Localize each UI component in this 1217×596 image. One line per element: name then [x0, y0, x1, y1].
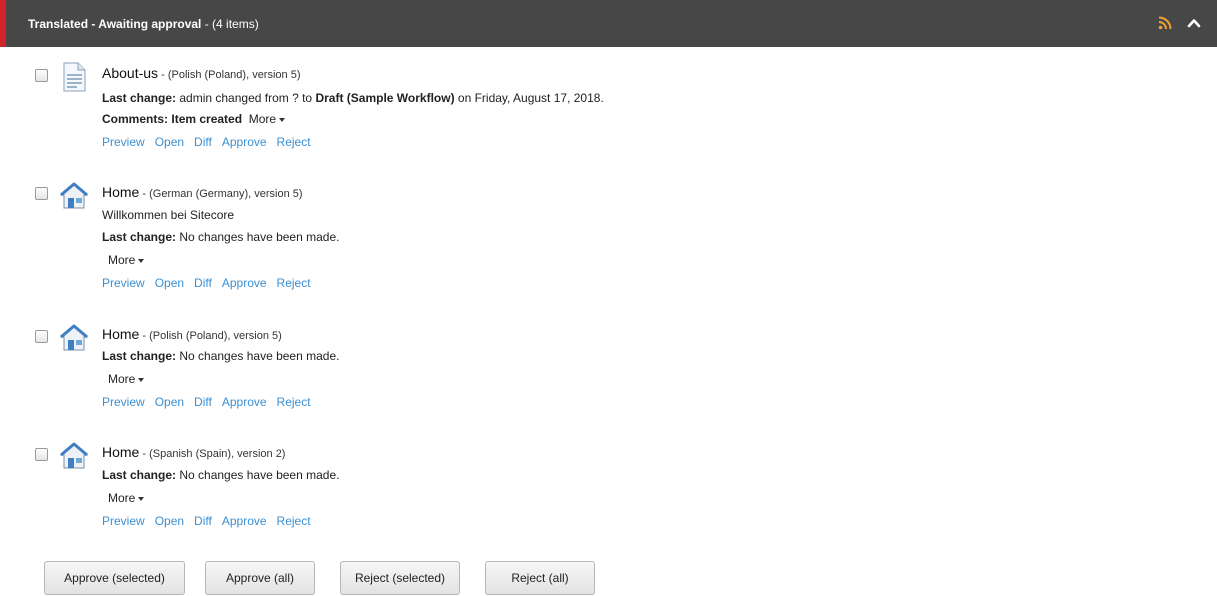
approve-link[interactable]: Approve [222, 514, 267, 528]
item-name[interactable]: Home [102, 444, 139, 460]
approve-link[interactable]: Approve [222, 395, 267, 409]
item-title: Home - (Polish (Poland), version 5) [102, 326, 282, 344]
item-actions: Preview Open Diff Approve Reject [102, 513, 321, 529]
more-label: More [108, 372, 136, 386]
item-last-change: Last change: No changes have been made. [102, 467, 339, 483]
item-last-change: Last change: No changes have been made. [102, 229, 339, 245]
item-name[interactable]: Home [102, 184, 139, 200]
reject-link[interactable]: Reject [277, 276, 311, 290]
more-label: More [108, 253, 136, 267]
item-title: About-us - (Polish (Poland), version 5) [102, 65, 301, 83]
home-icon [60, 182, 88, 209]
item-checkbox[interactable] [35, 448, 48, 461]
item-checkbox[interactable] [35, 330, 48, 343]
preview-link[interactable]: Preview [102, 135, 145, 149]
open-link[interactable]: Open [155, 514, 184, 528]
approve-link[interactable]: Approve [222, 276, 267, 290]
item-last-change: Last change: admin changed from ? to Dra… [102, 90, 604, 106]
open-link[interactable]: Open [155, 135, 184, 149]
rss-icon[interactable] [1158, 16, 1172, 30]
item-comments: Comments: Item created More [102, 111, 286, 127]
more-dropdown[interactable]: More [108, 372, 145, 386]
document-icon [63, 62, 86, 92]
item-name[interactable]: Home [102, 326, 139, 342]
item-count: - (4 items) [201, 16, 259, 31]
item-checkbox[interactable] [35, 187, 48, 200]
item-title: Home - (Spanish (Spain), version 2) [102, 444, 285, 462]
diff-link[interactable]: Diff [194, 135, 212, 149]
item-language-version: - (Spanish (Spain), version 2) [139, 448, 286, 460]
caret-down-icon [138, 377, 145, 382]
item-name[interactable]: About-us [102, 65, 158, 81]
item-more-row: More [108, 371, 145, 387]
last-change-date: on Friday, August 17, 2018. [454, 91, 604, 105]
caret-down-icon [279, 117, 286, 122]
more-dropdown[interactable]: More [108, 253, 145, 267]
comments-label: Comments: [102, 112, 169, 126]
reject-link[interactable]: Reject [277, 135, 311, 149]
last-change-label: Last change: [102, 91, 177, 105]
comments-value: Item created [171, 112, 243, 126]
diff-link[interactable]: Diff [194, 276, 212, 290]
approve-selected-button[interactable]: Approve (selected) [44, 561, 185, 595]
last-change-label: Last change: [102, 230, 177, 244]
item-subtitle: Willkommen bei Sitecore [102, 208, 235, 222]
home-icon [60, 442, 88, 469]
item-checkbox[interactable] [35, 69, 48, 82]
approve-all-button[interactable]: Approve (all) [205, 561, 315, 595]
open-link[interactable]: Open [155, 276, 184, 290]
header-title-text: Translated - Awaiting approval [28, 16, 202, 31]
preview-link[interactable]: Preview [102, 395, 145, 409]
caret-down-icon [138, 496, 145, 501]
approve-link[interactable]: Approve [222, 135, 267, 149]
preview-link[interactable]: Preview [102, 276, 145, 290]
last-change-state: Draft (Sample Workflow) [315, 91, 455, 105]
item-more-row: More [108, 490, 145, 506]
item-title: Home - (German (Germany), version 5) [102, 184, 303, 202]
item-language-version: - (Polish (Poland), version 5) [139, 330, 282, 342]
home-icon [60, 324, 88, 351]
item-actions: Preview Open Diff Approve Reject [102, 394, 321, 410]
last-change-text: admin changed from ? to [176, 91, 316, 105]
item-more-row: More [108, 252, 145, 268]
last-change-text: No changes have been made. [176, 349, 340, 363]
item-language-version: - (Polish (Poland), version 5) [158, 69, 301, 81]
reject-selected-button[interactable]: Reject (selected) [340, 561, 460, 595]
last-change-label: Last change: [102, 468, 177, 482]
diff-link[interactable]: Diff [194, 395, 212, 409]
last-change-text: No changes have been made. [176, 230, 340, 244]
more-dropdown[interactable]: More [108, 491, 145, 505]
workflow-state-header: Translated - Awaiting approval - (4 item… [0, 0, 1217, 47]
diff-link[interactable]: Diff [194, 514, 212, 528]
last-change-text: No changes have been made. [176, 468, 340, 482]
item-language-version: - (German (Germany), version 5) [139, 188, 303, 200]
preview-link[interactable]: Preview [102, 514, 145, 528]
more-label: More [248, 112, 277, 126]
reject-link[interactable]: Reject [277, 395, 311, 409]
caret-down-icon [138, 258, 145, 263]
more-dropdown[interactable]: More [248, 112, 286, 126]
item-actions: Preview Open Diff Approve Reject [102, 275, 321, 291]
chevron-up-icon[interactable] [1187, 16, 1201, 30]
reject-link[interactable]: Reject [277, 514, 311, 528]
more-label: More [108, 491, 136, 505]
open-link[interactable]: Open [155, 395, 184, 409]
reject-all-button[interactable]: Reject (all) [485, 561, 595, 595]
workflow-state-title: Translated - Awaiting approval - (4 item… [28, 17, 259, 31]
item-last-change: Last change: No changes have been made. [102, 348, 339, 364]
last-change-label: Last change: [102, 349, 177, 363]
item-actions: Preview Open Diff Approve Reject [102, 134, 321, 150]
